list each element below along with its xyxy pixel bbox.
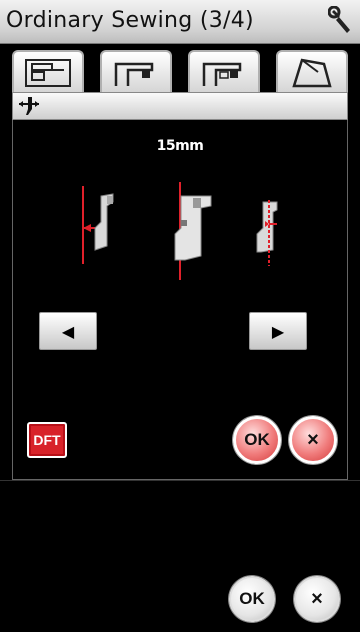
close-icon: × <box>311 587 323 610</box>
foot-left-illustration <box>82 186 114 264</box>
tab-sewing-3[interactable] <box>188 50 260 92</box>
bag-icon <box>292 58 332 88</box>
foot-adjust-icon <box>19 97 39 115</box>
footer-cancel-button[interactable]: × <box>294 576 340 622</box>
tab-sewing-1[interactable] <box>12 50 84 92</box>
adjust-panel: 15mm ◀ ▶ DFT OK × <box>12 120 348 480</box>
foot-center-illustration <box>174 182 212 280</box>
footer-ok-button[interactable]: OK <box>229 576 275 622</box>
title-bar: Ordinary Sewing (3/4) <box>0 0 360 44</box>
machine-icon <box>25 59 71 87</box>
close-icon: × <box>307 428 319 451</box>
right-arrow-icon: ▶ <box>271 321 285 341</box>
left-arrow-icon: ◀ <box>61 321 75 341</box>
increase-button[interactable]: ▶ <box>249 312 307 350</box>
decrease-button[interactable]: ◀ <box>39 312 97 350</box>
tab-sewing-2[interactable] <box>100 50 172 92</box>
foot-right-illustration <box>256 200 278 266</box>
default-button[interactable]: DFT <box>27 422 67 458</box>
ok-label: OK <box>244 430 270 449</box>
wrench-icon[interactable] <box>328 6 356 36</box>
machine-icon <box>202 62 242 86</box>
tab-bar <box>0 44 360 92</box>
tab-sewing-4[interactable] <box>276 50 348 92</box>
page-title: Ordinary Sewing (3/4) <box>6 8 254 33</box>
ok-label: OK <box>239 589 265 608</box>
panel-cancel-button[interactable]: × <box>289 416 337 464</box>
panel-header <box>12 92 348 120</box>
width-value-label: 15mm <box>156 138 204 154</box>
panel-ok-button[interactable]: OK <box>233 416 281 464</box>
divider <box>0 480 360 481</box>
machine-icon <box>114 62 154 86</box>
